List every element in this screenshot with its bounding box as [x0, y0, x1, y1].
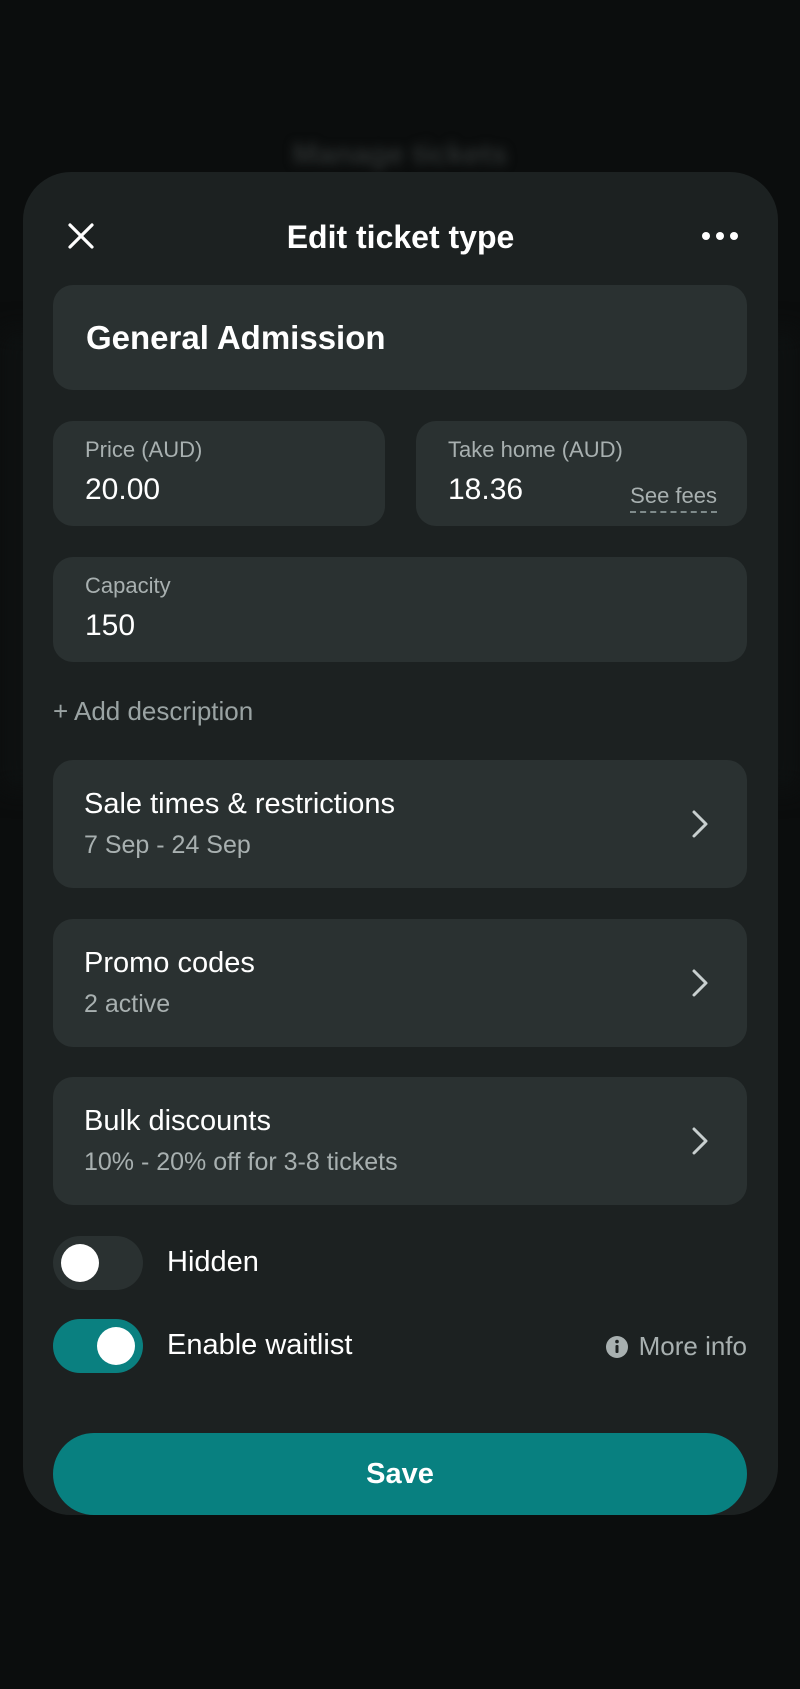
see-fees-link[interactable]: See fees: [630, 483, 717, 513]
page-title: Edit ticket type: [286, 219, 515, 255]
sheet-header: Edit ticket type: [23, 172, 778, 292]
hidden-toggle[interactable]: [53, 1236, 143, 1290]
promo-codes-card[interactable]: Promo codes 2 active: [53, 919, 747, 1047]
more-info-label: More info: [638, 1331, 747, 1361]
toggle-knob: [97, 1327, 135, 1365]
chevron-right-icon: [692, 810, 708, 838]
capacity-label: Capacity: [85, 573, 171, 598]
price-value: 20.00: [85, 473, 161, 506]
background-title: Manage tickets: [292, 138, 508, 171]
save-button[interactable]: Save: [53, 1433, 747, 1515]
more-horizontal-icon: [702, 232, 738, 240]
take-home-value: 18.36: [448, 473, 524, 506]
bulk-discounts-title: Bulk discounts: [84, 1105, 271, 1137]
toggle-knob: [61, 1244, 99, 1282]
promo-codes-subtitle: 2 active: [84, 990, 171, 1018]
take-home-field: Take home (AUD) 18.36 See fees: [416, 421, 747, 526]
capacity-field[interactable]: Capacity 150: [53, 557, 747, 662]
hidden-row: Hidden: [53, 1236, 747, 1290]
sale-times-title: Sale times & restrictions: [84, 788, 396, 820]
price-label: Price (AUD): [85, 437, 203, 462]
more-options-button[interactable]: [698, 218, 742, 254]
waitlist-toggle[interactable]: [53, 1319, 143, 1373]
bulk-discounts-card[interactable]: Bulk discounts 10% - 20% off for 3-8 tic…: [53, 1077, 747, 1205]
chevron-right-icon: [692, 969, 708, 997]
chevron-right-icon: [692, 1127, 708, 1155]
waitlist-row: Enable waitlist More info: [53, 1319, 747, 1373]
sale-times-subtitle: 7 Sep - 24 Sep: [84, 831, 251, 859]
ticket-name-value: General Admission: [86, 319, 386, 356]
take-home-label: Take home (AUD): [448, 437, 623, 462]
sale-times-card[interactable]: Sale times & restrictions 7 Sep - 24 Sep: [53, 760, 747, 888]
more-info-link[interactable]: More info: [605, 1331, 747, 1362]
edit-ticket-sheet: Edit ticket type General Admission Price…: [23, 172, 778, 1515]
add-description-button[interactable]: + Add description: [53, 696, 253, 727]
capacity-value: 150: [85, 609, 136, 642]
promo-codes-title: Promo codes: [84, 947, 255, 979]
bulk-discounts-subtitle: 10% - 20% off for 3-8 tickets: [84, 1148, 398, 1176]
waitlist-label: Enable waitlist: [167, 1329, 353, 1361]
hidden-label: Hidden: [167, 1246, 259, 1278]
price-field[interactable]: Price (AUD) 20.00: [53, 421, 385, 526]
ticket-name-field[interactable]: General Admission: [53, 285, 747, 390]
info-icon: [605, 1335, 628, 1358]
